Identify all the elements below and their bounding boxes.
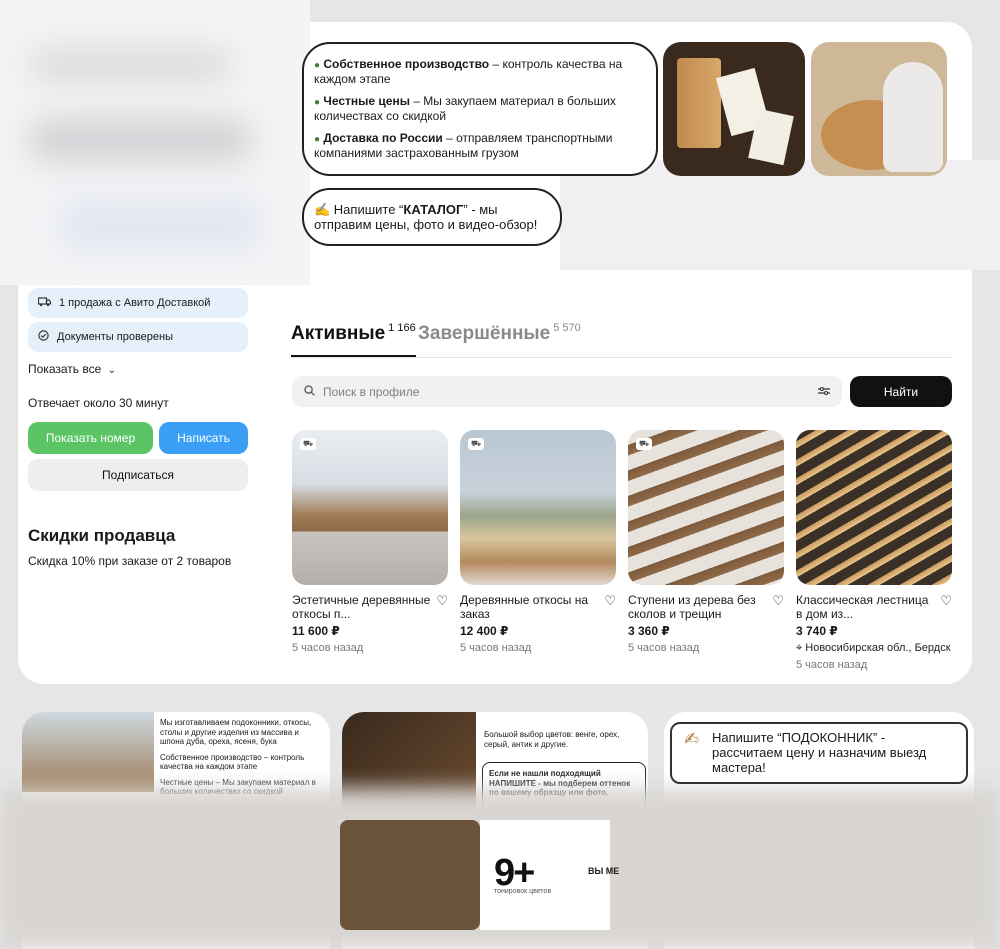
favorite-heart-icon[interactable]: ♡ [436,593,448,621]
filter-icon[interactable] [818,385,830,399]
reply-time: Отвечает около 30 минут [28,396,169,410]
leaf-icon: ● [314,97,321,108]
leaf-icon: ● [314,60,321,71]
podokonnik-text: Напишите “ПОДОКОННИК” - рассчитаем цену … [712,730,927,775]
blurred-region [0,0,310,285]
show-phone-button[interactable]: Показать номер [28,422,153,454]
promo-benefits: ● Собственное производство – контроль ка… [302,42,658,176]
location-pin-icon: ⌖ [796,642,803,654]
search-input[interactable]: Поиск в профиле [292,376,842,407]
listing-photo[interactable]: ⛟ [292,430,448,585]
find-button[interactable]: Найти [850,376,952,407]
truck-icon [37,296,52,310]
card2-side-text: ВЫ МЕ [588,866,620,876]
listing-title[interactable]: Классическая лестница в дом из... [796,593,934,621]
listing-price: 3 740 ₽ [796,624,838,638]
podokonnik-callout: ✍ Напишите “ПОДОКОННИК” - рассчитаем цен… [670,722,968,784]
search-icon [304,384,315,399]
listing-time: 5 часов назад [292,642,364,654]
discount-text: Скидка 10% при заказе от 2 товаров [28,554,232,568]
delivery-chip-label: 1 продажа с Авито Доставкой [59,297,211,309]
listing-time: 5 часов назад [460,642,532,654]
subscribe-button[interactable]: Подписаться [28,459,248,491]
docs-chip-label: Документы проверены [57,331,174,343]
listing-price: 11 600 ₽ [292,624,340,638]
listing-price: 3 360 ₽ [628,624,670,638]
catalog-prefix: ✍️ Напишите “ [314,202,404,217]
listing-title[interactable]: Ступени из дерева без сколов и трещин [628,593,766,621]
delivery-badge-icon: ⛟ [300,438,316,450]
tab-completed[interactable]: Завершённые 5 570 [418,322,581,345]
card2-colors: Большой выбор цветов: венге, орех, серый… [484,730,620,749]
tab-active-label: Активные [291,323,386,344]
promo-line3-bold: Доставка по России [323,131,443,145]
delivery-chip: 1 продажа с Авито Доставкой [28,288,248,318]
discount-title: Скидки продавца [28,526,176,545]
delivery-badge-icon: ⛟ [468,438,484,450]
writing-hand-icon: ✍ [684,729,700,749]
search-placeholder: Поиск в профиле [323,384,420,399]
delivery-badge-icon: ⛟ [636,438,652,450]
leaf-icon: ● [314,134,321,145]
show-all-label: Показать все [28,362,102,376]
listing-photo[interactable]: ⛟ [628,430,784,585]
listing-card[interactable]: ⛟ Ступени из дерева без сколов и трещин … [628,430,784,655]
favorite-heart-icon[interactable]: ♡ [772,593,784,621]
listing-title[interactable]: Эстетичные деревянные откосы п... [292,593,430,621]
check-circle-icon [38,330,49,344]
round-table-photo [811,42,947,176]
listing-time: 5 часов назад [796,659,868,671]
listing-time: 5 часов назад [628,642,700,654]
listing-location-text: Новосибирская обл., Бердск [805,642,951,654]
card1-line2: Собственное производство – контроль каче… [160,752,305,772]
tab-completed-label: Завершённые [418,323,551,344]
listing-price: 12 400 ₽ [460,624,509,638]
promo-line1-bold: Собственное производство [323,57,490,71]
wood-swatches-photo [663,42,805,176]
promo-line2-bold: Честные цены [323,94,410,108]
catalog-callout: ✍️ Напишите “КАТАЛОГ” - мы отправим цены… [302,188,562,246]
colors-count-caption: тонировок цветов [494,888,552,895]
listing-title[interactable]: Деревянные откосы на заказ [460,593,598,621]
show-all-link[interactable]: Показать все ⌄ [28,362,116,376]
favorite-heart-icon[interactable]: ♡ [604,593,616,621]
listing-card[interactable]: ⛟ Деревянные откосы на заказ ♡ 12 400 ₽ … [460,430,616,655]
tab-completed-count: 5 570 [553,322,581,334]
blurred-region [560,160,1000,270]
card1-line1: Мы изготавливаем подоконники, откосы, ст… [160,718,312,746]
favorite-heart-icon[interactable]: ♡ [940,593,952,621]
listing-photo[interactable]: ⛟ [460,430,616,585]
listing-card[interactable]: ⛟ Эстетичные деревянные откосы п... ♡ 11… [292,430,448,655]
catalog-word: КАТАЛОГ [403,202,464,217]
wood-swatches-photo [340,820,480,930]
docs-chip: Документы проверены [28,322,248,352]
listing-tabs: Активные 1 166 Завершённые 5 570 [291,322,953,358]
listing-photo[interactable] [796,430,952,585]
write-button[interactable]: Написать [159,422,248,454]
tab-active-count: 1 166 [388,322,416,334]
chevron-down-icon: ⌄ [107,365,116,376]
listing-location: ⌖ Новосибирская обл., Бердск [796,641,952,655]
tab-active[interactable]: Активные 1 166 [291,322,416,357]
listing-card[interactable]: Классическая лестница в дом из... ♡ 3 74… [796,430,952,672]
